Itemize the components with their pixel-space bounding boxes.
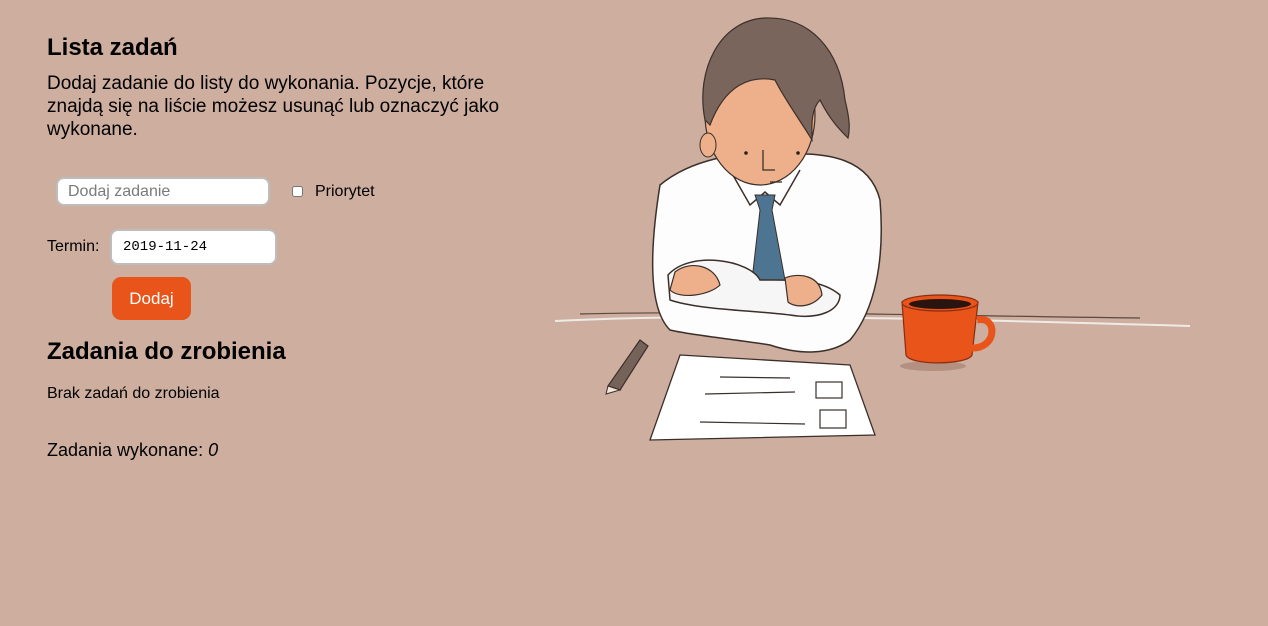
priority-checkbox[interactable] [292,186,303,197]
date-input[interactable]: 2019-11-24 [110,229,277,265]
date-row: Termin: 2019-11-24 [47,229,277,265]
todo-app-page: Lista zadań Dodaj zadanie do listy do wy… [0,0,1268,626]
add-task-button[interactable]: Dodaj [112,277,191,320]
page-title: Lista zadań [47,34,178,61]
task-input[interactable] [56,177,270,206]
coffee-icon [909,299,971,309]
left-eye-icon [744,151,748,155]
table-edge-line [554,315,1191,327]
pen-icon [607,339,649,391]
todo-panel: Lista zadań Dodaj zadanie do listy do wy… [47,30,547,460]
done-label: Zadania wykonane: [47,440,209,460]
todo-heading: Zadania do zrobienia [47,338,286,365]
priority-checkbox-label[interactable]: Priorytet [292,183,375,201]
done-counter: Zadania wykonane: 0 [47,440,218,461]
priority-label: Priorytet [315,182,375,200]
right-eye-icon [796,151,800,155]
task-input-row: Priorytet [56,177,375,206]
left-ear-icon [699,132,717,158]
empty-todo-message: Brak zadań do zrobienia [47,385,220,402]
office-worker-illustration [554,17,1191,441]
intro-text: Dodaj zadanie do listy do wykonania. Poz… [47,73,500,140]
done-count: 0 [208,440,219,460]
date-label: Termin: [47,238,100,255]
